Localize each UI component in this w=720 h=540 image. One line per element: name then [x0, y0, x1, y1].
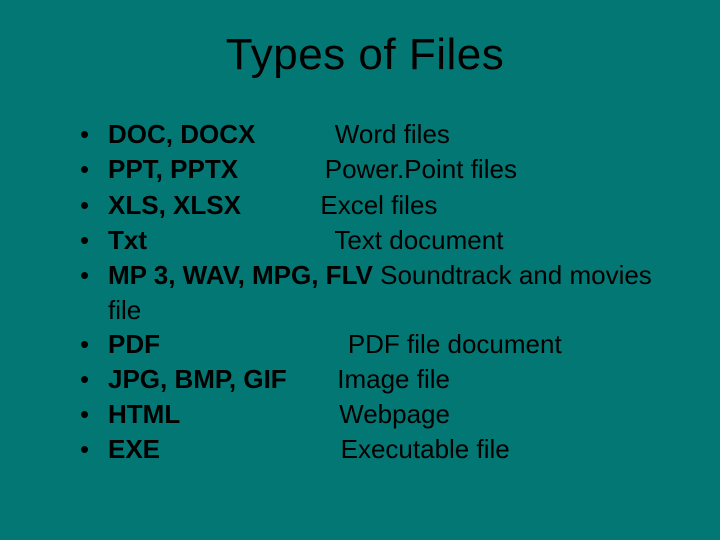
file-extension: PDF	[108, 329, 160, 359]
list-item: •DOC, DOCX Word files	[80, 118, 680, 151]
file-extension: EXE	[108, 434, 160, 464]
file-description: Power.Point files	[238, 154, 517, 184]
list-item: •MP 3, WAV, MPG, FLV Soundtrack and movi…	[80, 259, 680, 292]
list-item: •EXE Executable file	[80, 433, 680, 466]
file-extension: DOC, DOCX	[108, 119, 255, 149]
file-extension: Txt	[108, 225, 147, 255]
bullet-icon: •	[80, 398, 108, 431]
list-item-text: DOC, DOCX Word files	[108, 118, 680, 151]
list-item-text: JPG, BMP, GIF Image file	[108, 363, 680, 396]
bullet-icon: •	[80, 328, 108, 361]
bullet-icon: •	[80, 363, 108, 396]
list-item-text: Txt Text document	[108, 224, 680, 257]
file-description: Soundtrack and movies	[373, 260, 652, 290]
bullet-list: •DOC, DOCX Word files•PPT, PPTX Power.Po…	[50, 118, 680, 467]
file-description: Webpage	[180, 399, 450, 429]
file-extension: HTML	[108, 399, 180, 429]
list-item: •Txt Text document	[80, 224, 680, 257]
file-description: Text document	[147, 225, 503, 255]
slide-title: Types of Files	[50, 30, 680, 80]
bullet-icon: •	[80, 224, 108, 257]
list-item: •JPG, BMP, GIF Image file	[80, 363, 680, 396]
bullet-icon: •	[80, 189, 108, 222]
list-item-text: PDF PDF file document	[108, 328, 680, 361]
bullet-icon: •	[80, 433, 108, 466]
slide: Types of Files •DOC, DOCX Word files•PPT…	[0, 0, 720, 540]
file-description: Executable file	[160, 434, 510, 464]
list-item-text: PPT, PPTX Power.Point files	[108, 153, 680, 186]
file-extension: XLS, XLSX	[108, 190, 241, 220]
list-item-continuation: file	[108, 294, 680, 327]
list-item-text: MP 3, WAV, MPG, FLV Soundtrack and movie…	[108, 259, 680, 292]
file-description: PDF file document	[160, 329, 562, 359]
bullet-icon: •	[80, 153, 108, 186]
bullet-icon: •	[80, 118, 108, 151]
list-item: •XLS, XLSX Excel files	[80, 189, 680, 222]
file-description: Word files	[255, 119, 450, 149]
file-extension: PPT, PPTX	[108, 154, 238, 184]
list-item-text: XLS, XLSX Excel files	[108, 189, 680, 222]
file-extension: JPG, BMP, GIF	[108, 364, 287, 394]
file-description: Excel files	[241, 190, 438, 220]
list-item: •PDF PDF file document	[80, 328, 680, 361]
list-item-text: EXE Executable file	[108, 433, 680, 466]
list-item: •PPT, PPTX Power.Point files	[80, 153, 680, 186]
file-description: Image file	[287, 364, 450, 394]
bullet-icon: •	[80, 259, 108, 292]
list-item: •HTML Webpage	[80, 398, 680, 431]
list-item-text: HTML Webpage	[108, 398, 680, 431]
file-extension: MP 3, WAV, MPG, FLV	[108, 260, 373, 290]
